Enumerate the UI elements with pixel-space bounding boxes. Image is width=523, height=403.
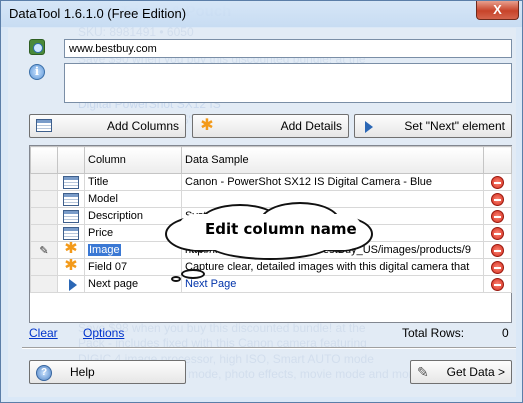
delete-cell: [483, 224, 512, 242]
data-sample: Capture clear, detailed images with this…: [185, 261, 470, 273]
row-type-cell: [57, 275, 85, 293]
empty-cell: [31, 293, 58, 310]
row-type-cell: [57, 224, 85, 242]
magic-wand-icon: ✎: [417, 364, 429, 380]
delete-cell: [483, 207, 512, 225]
data-sample-cell[interactable]: Canon - PowerShot SX12 IS Digital Camera…: [181, 173, 484, 191]
empty-cell: [182, 293, 484, 310]
data-sample: Canon - PowerShot SX12 IS Digital Camera…: [185, 176, 433, 188]
empty-row: [31, 293, 512, 310]
delete-cell: [483, 190, 512, 208]
star-icon: ✱: [64, 258, 78, 274]
delete-row-icon[interactable]: [491, 175, 504, 189]
grid-header-row: Column Data Sample: [30, 146, 512, 174]
column-name-cell[interactable]: Title: [84, 173, 182, 191]
delete-row-icon[interactable]: [491, 209, 504, 223]
header-data-sample[interactable]: Data Sample: [181, 146, 484, 174]
table-icon: [63, 226, 79, 240]
url-input[interactable]: [64, 39, 512, 58]
total-rows-value: 0: [502, 326, 509, 340]
callout-text: Edit column name: [205, 220, 357, 238]
close-button[interactable]: X: [476, 1, 519, 20]
row-selector[interactable]: [30, 275, 58, 293]
close-icon: X: [493, 2, 502, 17]
row-type-cell: [57, 207, 85, 225]
header-icon: [57, 146, 85, 174]
column-name-cell[interactable]: Next page: [84, 275, 182, 293]
table-icon: [36, 119, 52, 132]
delete-cell: [483, 258, 512, 276]
total-rows-label: Total Rows:: [402, 326, 465, 340]
empty-cell: [58, 293, 85, 310]
info-icon: i: [29, 64, 45, 80]
column-name[interactable]: Description: [88, 210, 143, 222]
delete-cell: [483, 241, 512, 259]
web-page-icon: [29, 39, 45, 55]
help-button[interactable]: ? Help: [29, 360, 186, 384]
help-icon: ?: [36, 365, 52, 381]
add-details-label: Add Details: [280, 119, 342, 133]
callout-tail-bubble: [171, 276, 181, 282]
empty-cell: [484, 293, 512, 310]
row-type-cell: ✱: [57, 258, 85, 276]
header-blank: [30, 146, 58, 174]
title-bar[interactable]: DataTool 1.6.1.0 (Free Edition) X: [1, 1, 522, 27]
help-label: Help: [70, 365, 95, 379]
pencil-edit-icon: ✎: [39, 244, 49, 257]
datatool-window: DataTool 1.6.1.0 (Free Edition) X i Add …: [0, 0, 523, 403]
delete-row-icon[interactable]: [491, 277, 504, 291]
star-icon: ✱: [64, 241, 78, 257]
info-text-area: [64, 63, 512, 103]
options-link[interactable]: Options: [83, 326, 124, 340]
arrow-right-icon: [365, 121, 373, 133]
add-details-button[interactable]: ✱ Add Details: [192, 114, 349, 138]
arrow-icon: [69, 279, 77, 291]
delete-cell: [483, 275, 512, 293]
delete-row-icon[interactable]: [491, 226, 504, 240]
table-icon: [63, 175, 79, 189]
add-columns-button[interactable]: Add Columns: [29, 114, 186, 138]
get-data-button[interactable]: ✎ Get Data >: [410, 360, 512, 384]
set-next-element-button[interactable]: Set "Next" element: [354, 114, 512, 138]
row-selector[interactable]: ✎: [30, 241, 58, 259]
delete-row-icon[interactable]: [491, 192, 504, 206]
add-columns-label: Add Columns: [106, 119, 179, 133]
empty-cell: [85, 293, 182, 310]
table-icon: [63, 209, 79, 223]
client-area: i Add Columns ✱ Add Details Set "Next" e…: [8, 28, 516, 397]
data-sample: Next Page: [185, 278, 237, 290]
delete-row-icon[interactable]: [491, 260, 504, 274]
header-column[interactable]: Column: [84, 146, 182, 174]
row-type-cell: [57, 190, 85, 208]
row-selector[interactable]: [30, 173, 58, 191]
column-name[interactable]: Field 07: [88, 261, 127, 273]
row-selector[interactable]: [30, 207, 58, 225]
column-name[interactable]: Model: [88, 193, 118, 205]
row-selector[interactable]: [30, 258, 58, 276]
row-selector[interactable]: [30, 190, 58, 208]
column-name[interactable]: Title: [88, 176, 108, 188]
grid-row[interactable]: Next page Next Page: [30, 275, 512, 293]
set-next-label: Set "Next" element: [404, 119, 505, 133]
table-icon: [63, 192, 79, 206]
row-type-cell: ✱: [57, 241, 85, 259]
column-name[interactable]: Next page: [88, 278, 138, 290]
column-name[interactable]: Price: [88, 227, 113, 239]
delete-row-icon[interactable]: [491, 243, 504, 257]
column-name[interactable]: Image: [88, 244, 121, 256]
clear-link[interactable]: Clear: [29, 326, 58, 340]
edit-column-name-callout: Edit column name: [165, 202, 375, 282]
get-data-label: Get Data >: [446, 365, 505, 379]
grid-row[interactable]: Title Canon - PowerShot SX12 IS Digital C…: [30, 173, 512, 191]
row-type-cell: [57, 173, 85, 191]
window-title: DataTool 1.6.1.0 (Free Edition): [9, 6, 187, 21]
delete-cell: [483, 173, 512, 191]
callout-tail-bubble: [181, 269, 205, 279]
data-sample-cell[interactable]: Next Page: [181, 275, 484, 293]
star-icon: ✱: [200, 117, 214, 134]
header-delete: [483, 146, 512, 174]
row-selector[interactable]: [30, 224, 58, 242]
divider: [22, 347, 516, 349]
